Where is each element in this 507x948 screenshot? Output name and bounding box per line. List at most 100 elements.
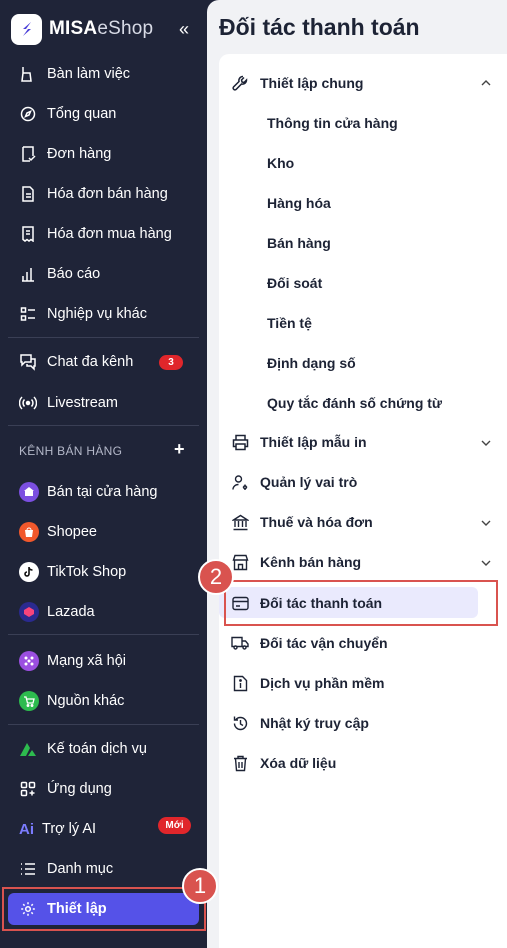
- truck-icon: [231, 634, 249, 652]
- highlight-box-thiet-lap: [2, 887, 206, 931]
- settings-item-kenh-ban-hang[interactable]: Kênh bán hàng: [231, 547, 495, 577]
- chevron-down-icon[interactable]: [479, 556, 493, 570]
- sidebar-item-mang-xa-hoi[interactable]: Mạng xã hội: [8, 643, 200, 679]
- settings-item-label: Quản lý vai trò: [260, 474, 358, 490]
- settings-menu-card: [219, 54, 507, 948]
- sidebar-item-label: Đơn hàng: [47, 146, 112, 162]
- invoice-icon: [19, 185, 37, 203]
- chevron-down-icon[interactable]: [479, 516, 493, 530]
- settings-subitem-quy-tac-danh-so[interactable]: Quy tắc đánh số chứng từ: [267, 388, 442, 418]
- misa-logo-icon: [11, 13, 42, 45]
- settings-item-xoa-du-lieu[interactable]: Xóa dữ liệu: [231, 748, 495, 778]
- sidebar-item-danh-muc[interactable]: Danh mục: [8, 851, 200, 887]
- sidebar-item-label: Tổng quan: [47, 106, 117, 122]
- sidebar-item-label: Shopee: [47, 524, 97, 540]
- sidebar-item-ban-tai-cua-hang[interactable]: Bán tại cửa hàng: [8, 474, 200, 510]
- settings-subitem-thong-tin-cua-hang[interactable]: Thông tin cửa hàng: [267, 108, 398, 138]
- settings-subitem-dinh-dang-so[interactable]: Định dạng số: [267, 348, 356, 378]
- sidebar-item-hoa-don-ban-hang[interactable]: Hóa đơn bán hàng: [8, 176, 200, 212]
- shop-icon: [231, 553, 249, 571]
- printer-icon: [231, 433, 249, 451]
- sidebar-item-label: Kế toán dịch vụ: [47, 741, 147, 757]
- sidebar-item-label: Trợ lý AI: [42, 821, 97, 837]
- sidebar-item-label: Lazada: [47, 604, 95, 620]
- sidebar-item-label: Nguồn khác: [47, 693, 125, 709]
- highlight-box-doi-tac-thanh-toan: [224, 580, 498, 626]
- lazada-icon: [19, 602, 39, 622]
- social-icon: [19, 651, 39, 671]
- bank-icon: [231, 513, 249, 531]
- divider: [8, 337, 199, 338]
- settings-item-quan-ly-vai-tro[interactable]: Quản lý vai trò: [231, 467, 495, 497]
- broadcast-icon: [19, 394, 37, 412]
- tiktok-icon: [19, 562, 39, 582]
- settings-item-thiet-lap-mau-in[interactable]: Thiết lập mẫu in: [231, 427, 495, 457]
- sidebar-item-label: Hóa đơn bán hàng: [47, 186, 168, 202]
- sidebar-item-label: Mạng xã hội: [47, 653, 126, 669]
- settings-item-label: Đối tác vận chuyển: [260, 635, 388, 651]
- sidebar-item-livestream[interactable]: Livestream: [8, 385, 200, 421]
- info-doc-icon: [231, 674, 249, 692]
- step-1-marker: 1: [182, 868, 218, 904]
- page-title: Đối tác thanh toán: [219, 14, 420, 40]
- sidebar-item-label: Bàn làm việc: [47, 66, 131, 82]
- settings-item-label: Dịch vụ phần mềm: [260, 675, 385, 691]
- settings-item-dich-vu-phan-mem[interactable]: Dịch vụ phần mềm: [231, 668, 495, 698]
- ai-icon: Ai: [19, 820, 34, 838]
- settings-item-label: Xóa dữ liệu: [260, 755, 337, 771]
- sidebar-item-nghiep-vu-khac[interactable]: Nghiệp vụ khác: [8, 296, 200, 332]
- user-gear-icon: [231, 473, 249, 491]
- settings-item-thue-va-hoa-don[interactable]: Thuế và hóa đơn: [231, 507, 495, 537]
- section-label-kenh-ban-hang: KÊNH BÁN HÀNG: [19, 444, 123, 458]
- logo[interactable]: MISAeShop «: [11, 13, 199, 45]
- sidebar-item-label: Nghiệp vụ khác: [47, 306, 147, 322]
- order-icon: [19, 145, 37, 163]
- sidebar-item-bao-cao[interactable]: Báo cáo: [8, 256, 200, 292]
- sidebar-item-label: Livestream: [47, 395, 118, 411]
- settings-subitem-kho[interactable]: Kho: [267, 148, 294, 178]
- settings-item-label: Thiết lập mẫu in: [260, 434, 367, 450]
- sidebar-item-don-hang[interactable]: Đơn hàng: [8, 136, 200, 172]
- sidebar-item-lazada[interactable]: Lazada: [8, 594, 200, 630]
- chevron-down-icon[interactable]: [479, 436, 493, 450]
- settings-subitem-ban-hang[interactable]: Bán hàng: [267, 228, 331, 258]
- sidebar-item-shopee[interactable]: Shopee: [8, 514, 200, 550]
- checklist-icon: [19, 305, 37, 323]
- sidebar-item-label: TikTok Shop: [47, 564, 127, 580]
- history-icon: [231, 714, 249, 732]
- wrench-icon: [231, 74, 249, 92]
- settings-group-thiet-lap-chung[interactable]: Thiết lập chung: [231, 68, 495, 98]
- list-icon: [19, 860, 37, 878]
- settings-panel: Đối tác thanh toán Thiết lập chung Thông…: [207, 0, 507, 948]
- receipt-icon: [19, 225, 37, 243]
- compass-icon: [19, 105, 37, 123]
- apps-icon: [19, 780, 37, 798]
- sidebar-item-hoa-don-mua-hang[interactable]: Hóa đơn mua hàng: [8, 216, 200, 252]
- sidebar-item-label: Báo cáo: [47, 266, 101, 282]
- trash-icon: [231, 754, 249, 772]
- sidebar-item-tiktok-shop[interactable]: TikTok Shop: [8, 554, 200, 590]
- sidebar-item-tong-quan[interactable]: Tổng quan: [8, 96, 200, 132]
- collapse-sidebar-icon[interactable]: «: [179, 19, 189, 40]
- sidebar-item-ban-lam-viec[interactable]: Bàn làm việc: [8, 56, 200, 92]
- settings-item-label: Nhật ký truy cập: [260, 715, 369, 731]
- sidebar: MISAeShop « Bàn làm việc Tổng quan Đơn h…: [0, 0, 207, 948]
- divider: [8, 634, 199, 635]
- settings-group-label: Thiết lập chung: [260, 75, 364, 91]
- step-2-marker: 2: [198, 559, 234, 595]
- store-icon: [19, 482, 39, 502]
- settings-item-doi-tac-van-chuyen[interactable]: Đối tác vận chuyển: [231, 628, 495, 658]
- settings-item-nhat-ky-truy-cap[interactable]: Nhật ký truy cập: [231, 708, 495, 738]
- chat-icon: [19, 353, 37, 371]
- chevron-up-icon[interactable]: [479, 76, 493, 90]
- sidebar-item-ung-dung[interactable]: Ứng dụng: [8, 771, 200, 807]
- add-channel-button[interactable]: +: [174, 439, 185, 460]
- broom-icon: [19, 65, 37, 83]
- settings-subitem-tien-te[interactable]: Tiền tệ: [267, 308, 312, 338]
- sidebar-item-ke-toan-dich-vu[interactable]: Kế toán dịch vụ: [8, 731, 200, 767]
- settings-subitem-hang-hoa[interactable]: Hàng hóa: [267, 188, 331, 218]
- cart-icon: [19, 691, 39, 711]
- settings-subitem-doi-soat[interactable]: Đối soát: [267, 268, 322, 298]
- sidebar-item-label: Ứng dụng: [47, 781, 112, 797]
- sidebar-item-nguon-khac[interactable]: Nguồn khác: [8, 683, 200, 719]
